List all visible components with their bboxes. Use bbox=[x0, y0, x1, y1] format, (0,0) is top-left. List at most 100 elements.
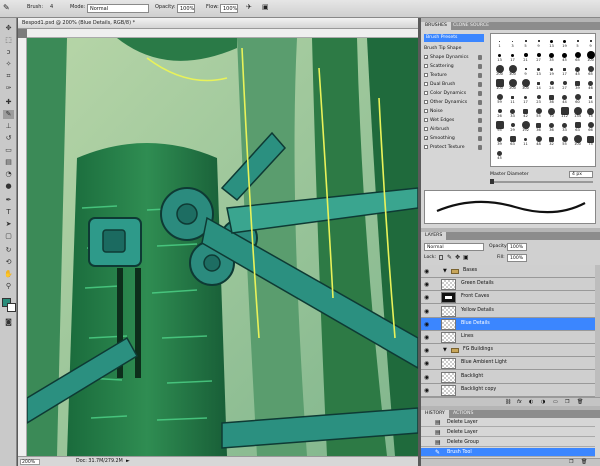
brush-tool-icon[interactable]: ✎ bbox=[3, 110, 14, 119]
brush-tip-cell[interactable]: 21 bbox=[519, 50, 532, 64]
tablet-pressure-icon[interactable]: ▣ bbox=[262, 3, 269, 11]
visibility-eye-icon[interactable]: ◉ bbox=[424, 387, 431, 394]
brush-option-item[interactable]: Scattering bbox=[424, 62, 484, 71]
brush-tip-cell[interactable]: 35 bbox=[545, 50, 558, 64]
airbrush-icon[interactable]: ✈ bbox=[246, 3, 252, 11]
lock-icon[interactable] bbox=[478, 100, 482, 105]
group-expand-icon[interactable]: ▼ bbox=[443, 268, 447, 274]
canvas[interactable] bbox=[27, 38, 418, 456]
visibility-eye-icon[interactable]: ◉ bbox=[424, 281, 431, 288]
brush-tip-cell[interactable]: 26 bbox=[493, 106, 506, 120]
brush-tip-cell[interactable]: 32 bbox=[545, 134, 558, 148]
new-layer-icon[interactable]: ❐ bbox=[565, 399, 569, 405]
brush-tip-cell[interactable]: 33 bbox=[506, 106, 519, 120]
gradient-tool-icon[interactable]: ▤ bbox=[3, 158, 14, 167]
lock-position-icon[interactable]: ✥ bbox=[455, 254, 460, 261]
brush-tip-cell[interactable]: 36 bbox=[545, 120, 558, 134]
brush-tip-cell[interactable]: 46 bbox=[584, 78, 595, 92]
eraser-tool-icon[interactable]: ▭ bbox=[3, 146, 14, 155]
visibility-eye-icon[interactable]: ◉ bbox=[424, 334, 431, 341]
brush-tip-cell[interactable]: 9 bbox=[532, 36, 545, 50]
tab-layers[interactable]: LAYERS bbox=[421, 232, 447, 240]
layer-row[interactable]: ◉ Front Caves bbox=[421, 291, 595, 305]
brush-tip-cell[interactable]: 19 bbox=[545, 64, 558, 78]
brush-option-item[interactable]: Dual Brush bbox=[424, 80, 484, 89]
horizontal-ruler[interactable] bbox=[27, 29, 418, 38]
brush-option-item[interactable]: Other Dynamics bbox=[424, 98, 484, 107]
brush-option-checkbox[interactable] bbox=[424, 126, 428, 131]
brush-tool-icon[interactable]: ✎ bbox=[3, 3, 10, 12]
brush-option-checkbox[interactable] bbox=[424, 63, 428, 68]
brush-tip-grid[interactable]: 1 3 5 9 13 19 5 9 13 17 21 27 35 45 65 100 200 300 9 13 19 17… bbox=[490, 33, 596, 167]
layer-row[interactable]: ◉ Blue Details bbox=[421, 317, 595, 331]
brush-tip-cell[interactable]: 59 bbox=[493, 92, 506, 106]
layer-style-icon[interactable]: fx bbox=[517, 399, 522, 405]
zoom-level[interactable]: 200% bbox=[20, 459, 40, 465]
history-state-row[interactable]: ▤ Delete Group bbox=[421, 438, 595, 447]
visibility-eye-icon[interactable]: ◉ bbox=[424, 294, 431, 301]
layer-mask-icon[interactable]: ◐ bbox=[529, 399, 533, 405]
brush-tip-cell[interactable]: 48 bbox=[532, 134, 545, 148]
move-tool-icon[interactable]: ✥ bbox=[3, 24, 14, 33]
layer-opacity-input[interactable]: 100% bbox=[507, 243, 527, 251]
brush-tip-cell[interactable]: 55 bbox=[558, 134, 571, 148]
brush-option-item[interactable]: ✓ Shape Dynamics bbox=[424, 53, 484, 62]
brush-option-item[interactable]: Noise bbox=[424, 107, 484, 116]
layer-row[interactable]: ◉ Yellow Details bbox=[421, 304, 595, 318]
hand-tool-icon[interactable]: ✋ bbox=[3, 270, 14, 279]
brush-option-item[interactable]: ✓ Smoothing bbox=[424, 134, 484, 143]
brush-tip-cell[interactable]: 29 bbox=[506, 120, 519, 134]
lock-icon[interactable] bbox=[478, 55, 482, 60]
brush-tip-cell[interactable]: 5 bbox=[571, 36, 584, 50]
lock-icon[interactable] bbox=[478, 82, 482, 87]
brush-tip-cell[interactable]: 70 bbox=[545, 106, 558, 120]
brush-tip-cell[interactable]: 112 bbox=[558, 106, 571, 120]
lock-icon[interactable] bbox=[478, 64, 482, 69]
lock-transparent-icon[interactable] bbox=[439, 255, 443, 260]
brush-tip-cell[interactable]: 100 bbox=[584, 50, 595, 64]
blend-mode-select[interactable]: Normal bbox=[424, 243, 484, 251]
brush-tip-cell[interactable]: 27 bbox=[558, 78, 571, 92]
eyedropper-tool-icon[interactable]: ✑ bbox=[3, 84, 14, 93]
layer-row[interactable]: ◉ Blue Ambient Light bbox=[421, 357, 595, 371]
brush-tip-cell[interactable]: 55 bbox=[532, 106, 545, 120]
path-selection-tool-icon[interactable]: ➤ bbox=[3, 220, 14, 229]
brush-tip-cell[interactable]: 23 bbox=[532, 92, 545, 106]
brush-tip-cell[interactable]: 27 bbox=[532, 50, 545, 64]
brush-tip-cell[interactable]: 45 bbox=[493, 148, 506, 162]
brush-tip-cell[interactable]: 75 bbox=[584, 134, 595, 148]
mode-select[interactable]: Normal bbox=[87, 4, 149, 13]
brush-tip-cell[interactable]: 13 bbox=[545, 36, 558, 50]
visibility-eye-icon[interactable]: ◉ bbox=[424, 321, 431, 328]
brush-tip-cell[interactable]: 11 bbox=[519, 134, 532, 148]
lock-icon[interactable] bbox=[478, 91, 482, 96]
lock-icon[interactable] bbox=[478, 118, 482, 123]
lock-icon[interactable] bbox=[478, 136, 482, 141]
brush-tip-cell[interactable]: 134 bbox=[571, 106, 584, 120]
brush-tip-cell[interactable]: 14 bbox=[532, 78, 545, 92]
diameter-slider-handle[interactable] bbox=[490, 179, 494, 184]
brush-option-checkbox[interactable]: ✓ bbox=[424, 135, 428, 140]
brush-tip-cell[interactable]: 44 bbox=[558, 92, 571, 106]
lock-icon[interactable] bbox=[478, 127, 482, 132]
blur-tool-icon[interactable]: ◔ bbox=[3, 170, 14, 179]
brush-tip-cell[interactable]: 65 bbox=[584, 64, 595, 78]
magic-wand-tool-icon[interactable]: ✧ bbox=[3, 60, 14, 69]
brush-presets-button[interactable]: Brush Presets bbox=[424, 34, 484, 42]
brush-tip-cell[interactable]: 42 bbox=[519, 106, 532, 120]
brush-tip-cell[interactable]: 5 bbox=[519, 36, 532, 50]
brush-tip-cell[interactable]: 200 bbox=[506, 78, 519, 92]
visibility-eye-icon[interactable]: ◉ bbox=[424, 308, 431, 315]
new-group-icon[interactable]: ▭ bbox=[553, 399, 558, 405]
brush-tip-cell[interactable]: 3 bbox=[506, 36, 519, 50]
layer-group-row[interactable]: ◉ ▼ Bases bbox=[421, 265, 595, 278]
brush-option-item[interactable]: Airbrush bbox=[424, 125, 484, 134]
brush-tip-cell[interactable]: 19 bbox=[558, 36, 571, 50]
brush-tip-cell[interactable]: 45 bbox=[558, 50, 571, 64]
brush-option-checkbox[interactable] bbox=[424, 99, 428, 104]
document-title[interactable]: Bespod1.psd @ 200% (Blue Details, RGB/8)… bbox=[18, 18, 418, 29]
brush-tip-cell[interactable]: 192 bbox=[519, 120, 532, 134]
dodge-tool-icon[interactable]: ● bbox=[3, 182, 14, 191]
layers-scrollbar[interactable] bbox=[595, 265, 600, 397]
brush-tip-cell[interactable]: 17 bbox=[519, 92, 532, 106]
